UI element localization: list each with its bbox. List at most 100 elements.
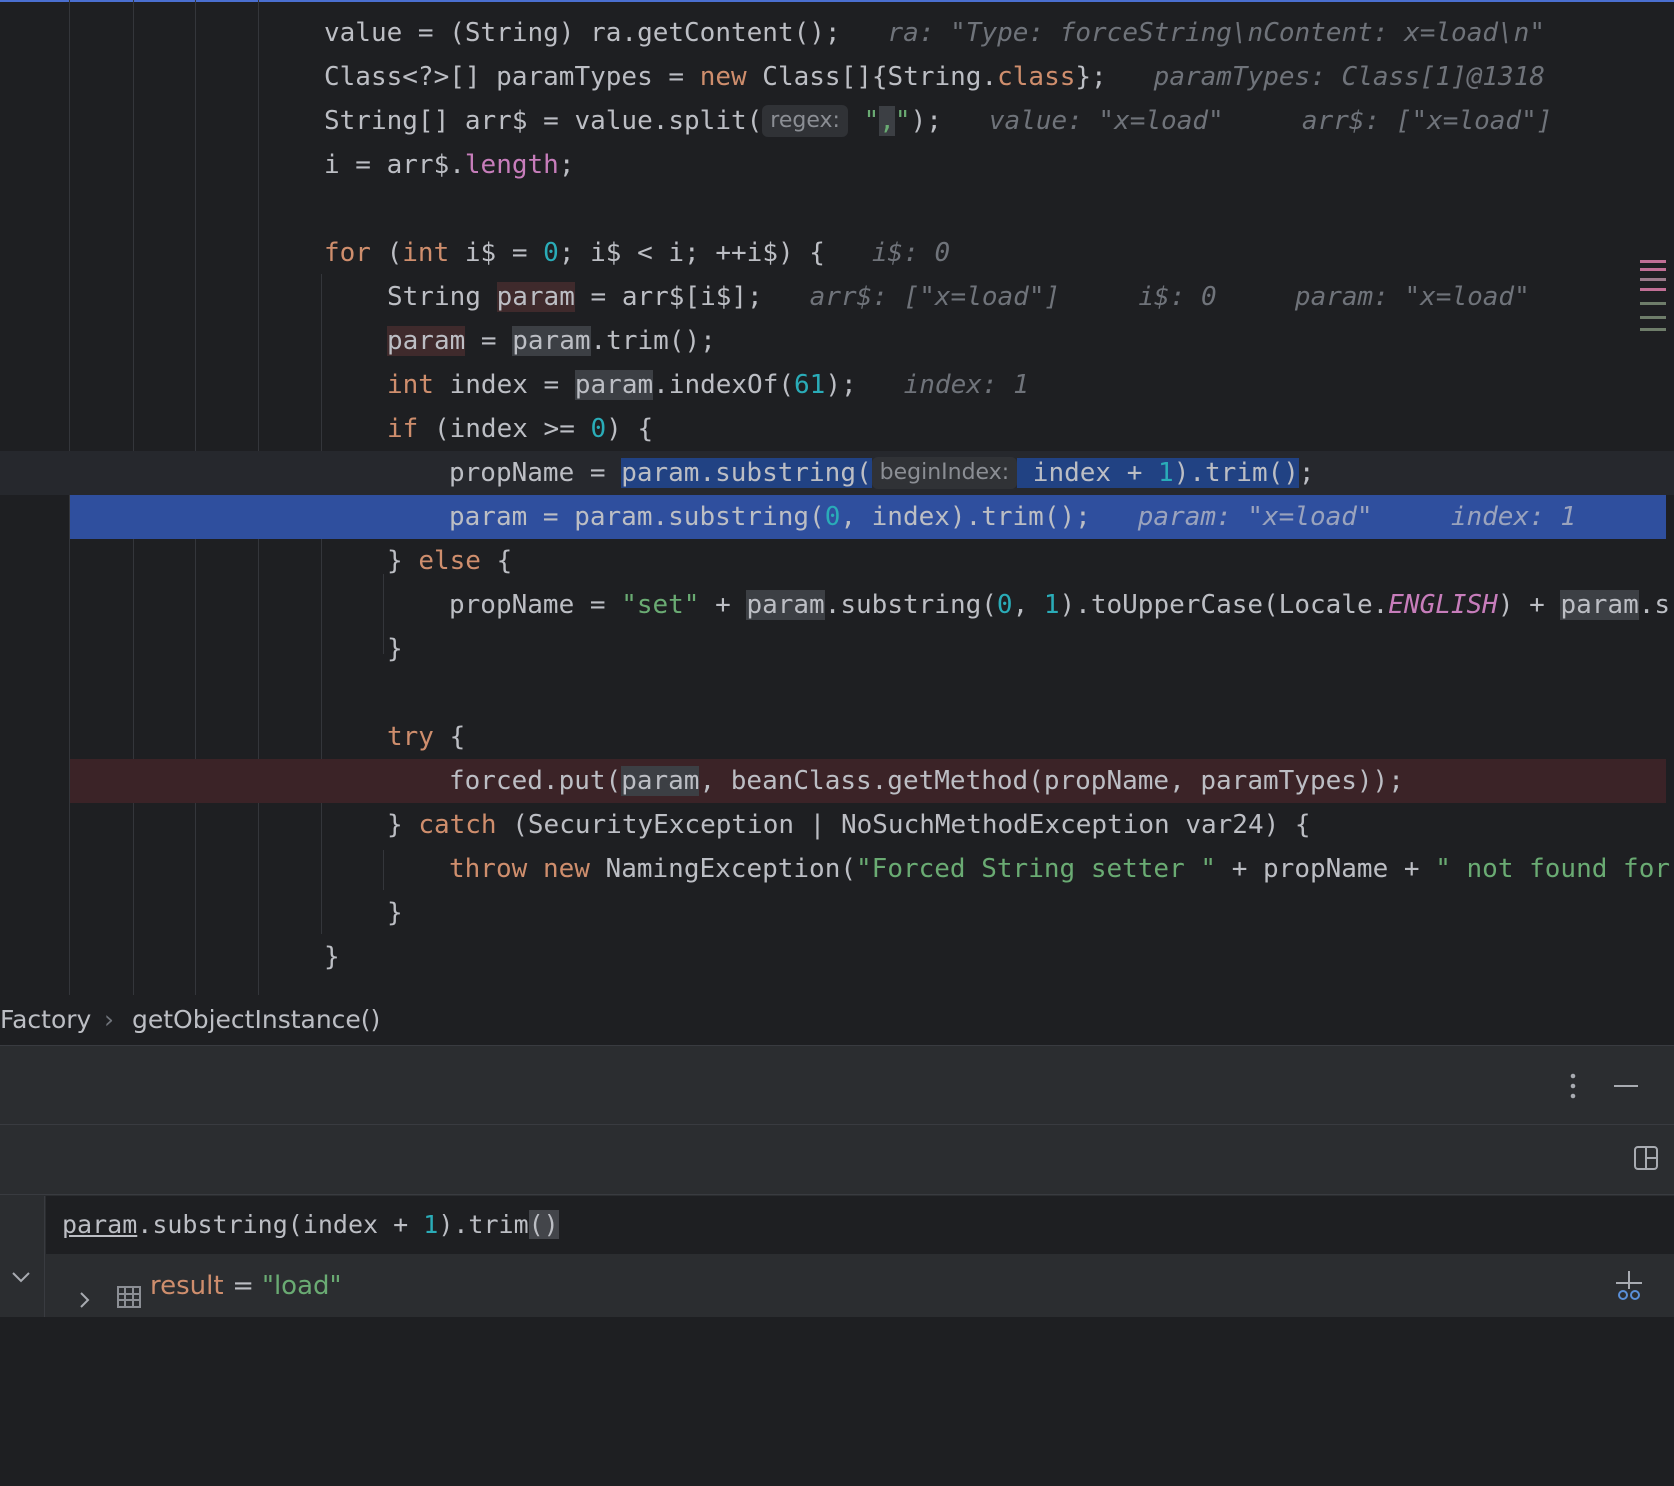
code-token: 1 [1158,458,1174,488]
code-text: } [387,891,403,935]
expression-input[interactable]: param.substring(index + 1).trim() [46,1196,1674,1300]
code-line[interactable]: param = param.trim(); [0,319,1674,363]
code-token: new [542,854,590,884]
code-line[interactable]: String param = arr$[i$]; arr$: ["x=load"… [0,275,1674,319]
code-token: throw [449,854,528,884]
code-token: ; [1298,458,1315,488]
code-token: param [512,326,591,356]
code-line[interactable]: } [0,935,1674,979]
code-token: , index).trim(); [840,502,1091,532]
parameter-hint: regex: [762,105,848,137]
error-stripe-marker[interactable] [1640,316,1666,319]
code-text: for (int i$ = 0; i$ < i; ++i$) { i$: 0 [324,231,950,275]
code-text: } else { [387,539,512,583]
breakpoint-line[interactable]: forced.put(param, beanClass.getMethod(pr… [0,759,1674,803]
code-editor[interactable]: value = (String) ra.getContent(); ra: "T… [0,0,1674,995]
code-line[interactable]: propName = "set" + param.substring(0, 1)… [0,583,1674,627]
code-token: new [699,62,747,92]
code-line[interactable]: if (index >= 0) { [0,407,1674,451]
result-tree-row[interactable]: result = "load" [46,1256,1674,1316]
code-token: i = arr$. [324,150,465,180]
add-watch-icon[interactable] [1564,1208,1642,1300]
code-token: + [699,590,747,620]
minimize-icon[interactable] [1612,1068,1640,1104]
caret-line[interactable]: propName = param.substring(beginIndex: i… [0,451,1674,495]
code-line[interactable]: } catch (SecurityException | NoSuchMetho… [0,803,1674,847]
code-line[interactable]: int index = param.indexOf(61); index: 1 [0,363,1674,407]
layout-icon[interactable] [1632,1144,1660,1172]
code-token: param = param.substring( [449,502,825,532]
code-line[interactable]: try { [0,715,1674,759]
code-token: String [387,282,497,312]
editor-top-border [0,0,1674,2]
more-vertical-icon[interactable] [1563,1068,1583,1104]
inline-debug-value: index: 1 [903,370,1029,400]
code-line[interactable]: } [0,627,1674,671]
scrollbar-markers[interactable] [1636,232,1670,342]
code-line[interactable]: throw new NamingException("Forced String… [0,847,1674,891]
code-line[interactable]: String[] arr$ = value.split(regex: ",");… [0,99,1674,143]
code-token: index + [1017,458,1159,488]
error-stripe-marker[interactable] [1640,288,1666,291]
code-token: int [402,238,450,268]
breadcrumb: Factory › getObjectInstance() [0,995,1674,1045]
execution-point-line[interactable]: param = param.substring(0, index).trim()… [0,495,1674,539]
code-token: length [464,150,559,180]
code-token: { [433,722,466,752]
left-tool-strip [0,1196,45,1317]
code-line[interactable]: for (int i$ = 0; i$ < i; ++i$) { i$: 0 [0,231,1674,275]
code-line[interactable]: } [0,891,1674,935]
code-token: .s [1638,590,1671,620]
breadcrumb-method[interactable]: getObjectInstance() [132,995,380,1045]
code-line[interactable]: i = arr$.length; [0,143,1674,187]
code-token: param [496,282,575,312]
code-token: ) { [606,414,654,444]
code-line[interactable] [0,187,1674,231]
expression-text: param.substring(index + 1).trim() [62,1196,559,1254]
code-text: String param = arr$[i$]; arr$: ["x=load"… [387,275,1530,319]
collapse-chevron-icon[interactable] [6,1262,36,1292]
code-token: ); [825,370,857,400]
code-token: ) + [1497,590,1561,620]
code-token: 0 [996,590,1013,620]
code-text: forced.put(param, beanClass.getMethod(pr… [449,759,1404,803]
code-token: " [894,106,911,136]
code-token: .substring( [824,590,997,620]
error-stripe-marker[interactable] [1640,260,1666,263]
code-line[interactable] [0,671,1674,715]
code-token: } [387,898,403,928]
error-stripe-marker[interactable] [1640,302,1666,305]
code-line[interactable]: } else { [0,539,1674,583]
code-token: ).trim [438,1210,529,1239]
code-line[interactable]: value = (String) ra.getContent(); ra: "T… [0,11,1674,55]
code-token: .trim(); [590,326,716,356]
code-token: } [387,634,403,664]
code-token: param [746,590,825,620]
inline-debug-value: paramTypes: Class[1]@1318 [1153,62,1546,92]
code-token: String[] arr$ = value.split( [324,106,763,136]
code-text: propName = "set" + param.substring(0, 1)… [449,583,1670,627]
chevron-right-icon[interactable] [74,1274,94,1308]
parameter-hint: beginIndex: [871,457,1018,489]
error-stripe-marker[interactable] [1640,268,1666,271]
breadcrumb-class[interactable]: Factory [0,995,91,1045]
code-token: else [418,546,481,576]
inline-debug-value: value: "x=load" arr$: ["x=load"] [988,106,1553,136]
panel-toolbar [0,1124,1674,1195]
code-token: ; [558,150,575,180]
code-token: Class<?>[] paramTypes = [324,62,700,92]
error-stripe-marker[interactable] [1640,328,1666,331]
code-token: ).trim() [1173,458,1299,488]
code-token: param.substring( [621,458,872,488]
code-text: propName = param.substring(beginIndex: i… [449,451,1315,495]
code-token: () [528,1210,559,1239]
code-token: + propName + [1216,854,1436,884]
grid-icon [116,1272,142,1308]
chevron-down-icon[interactable] [1626,1210,1656,1240]
code-token: } [324,942,340,972]
error-stripe-marker[interactable] [1640,278,1666,281]
code-line[interactable]: Class<?>[] paramTypes = new Class[]{Stri… [0,55,1674,99]
